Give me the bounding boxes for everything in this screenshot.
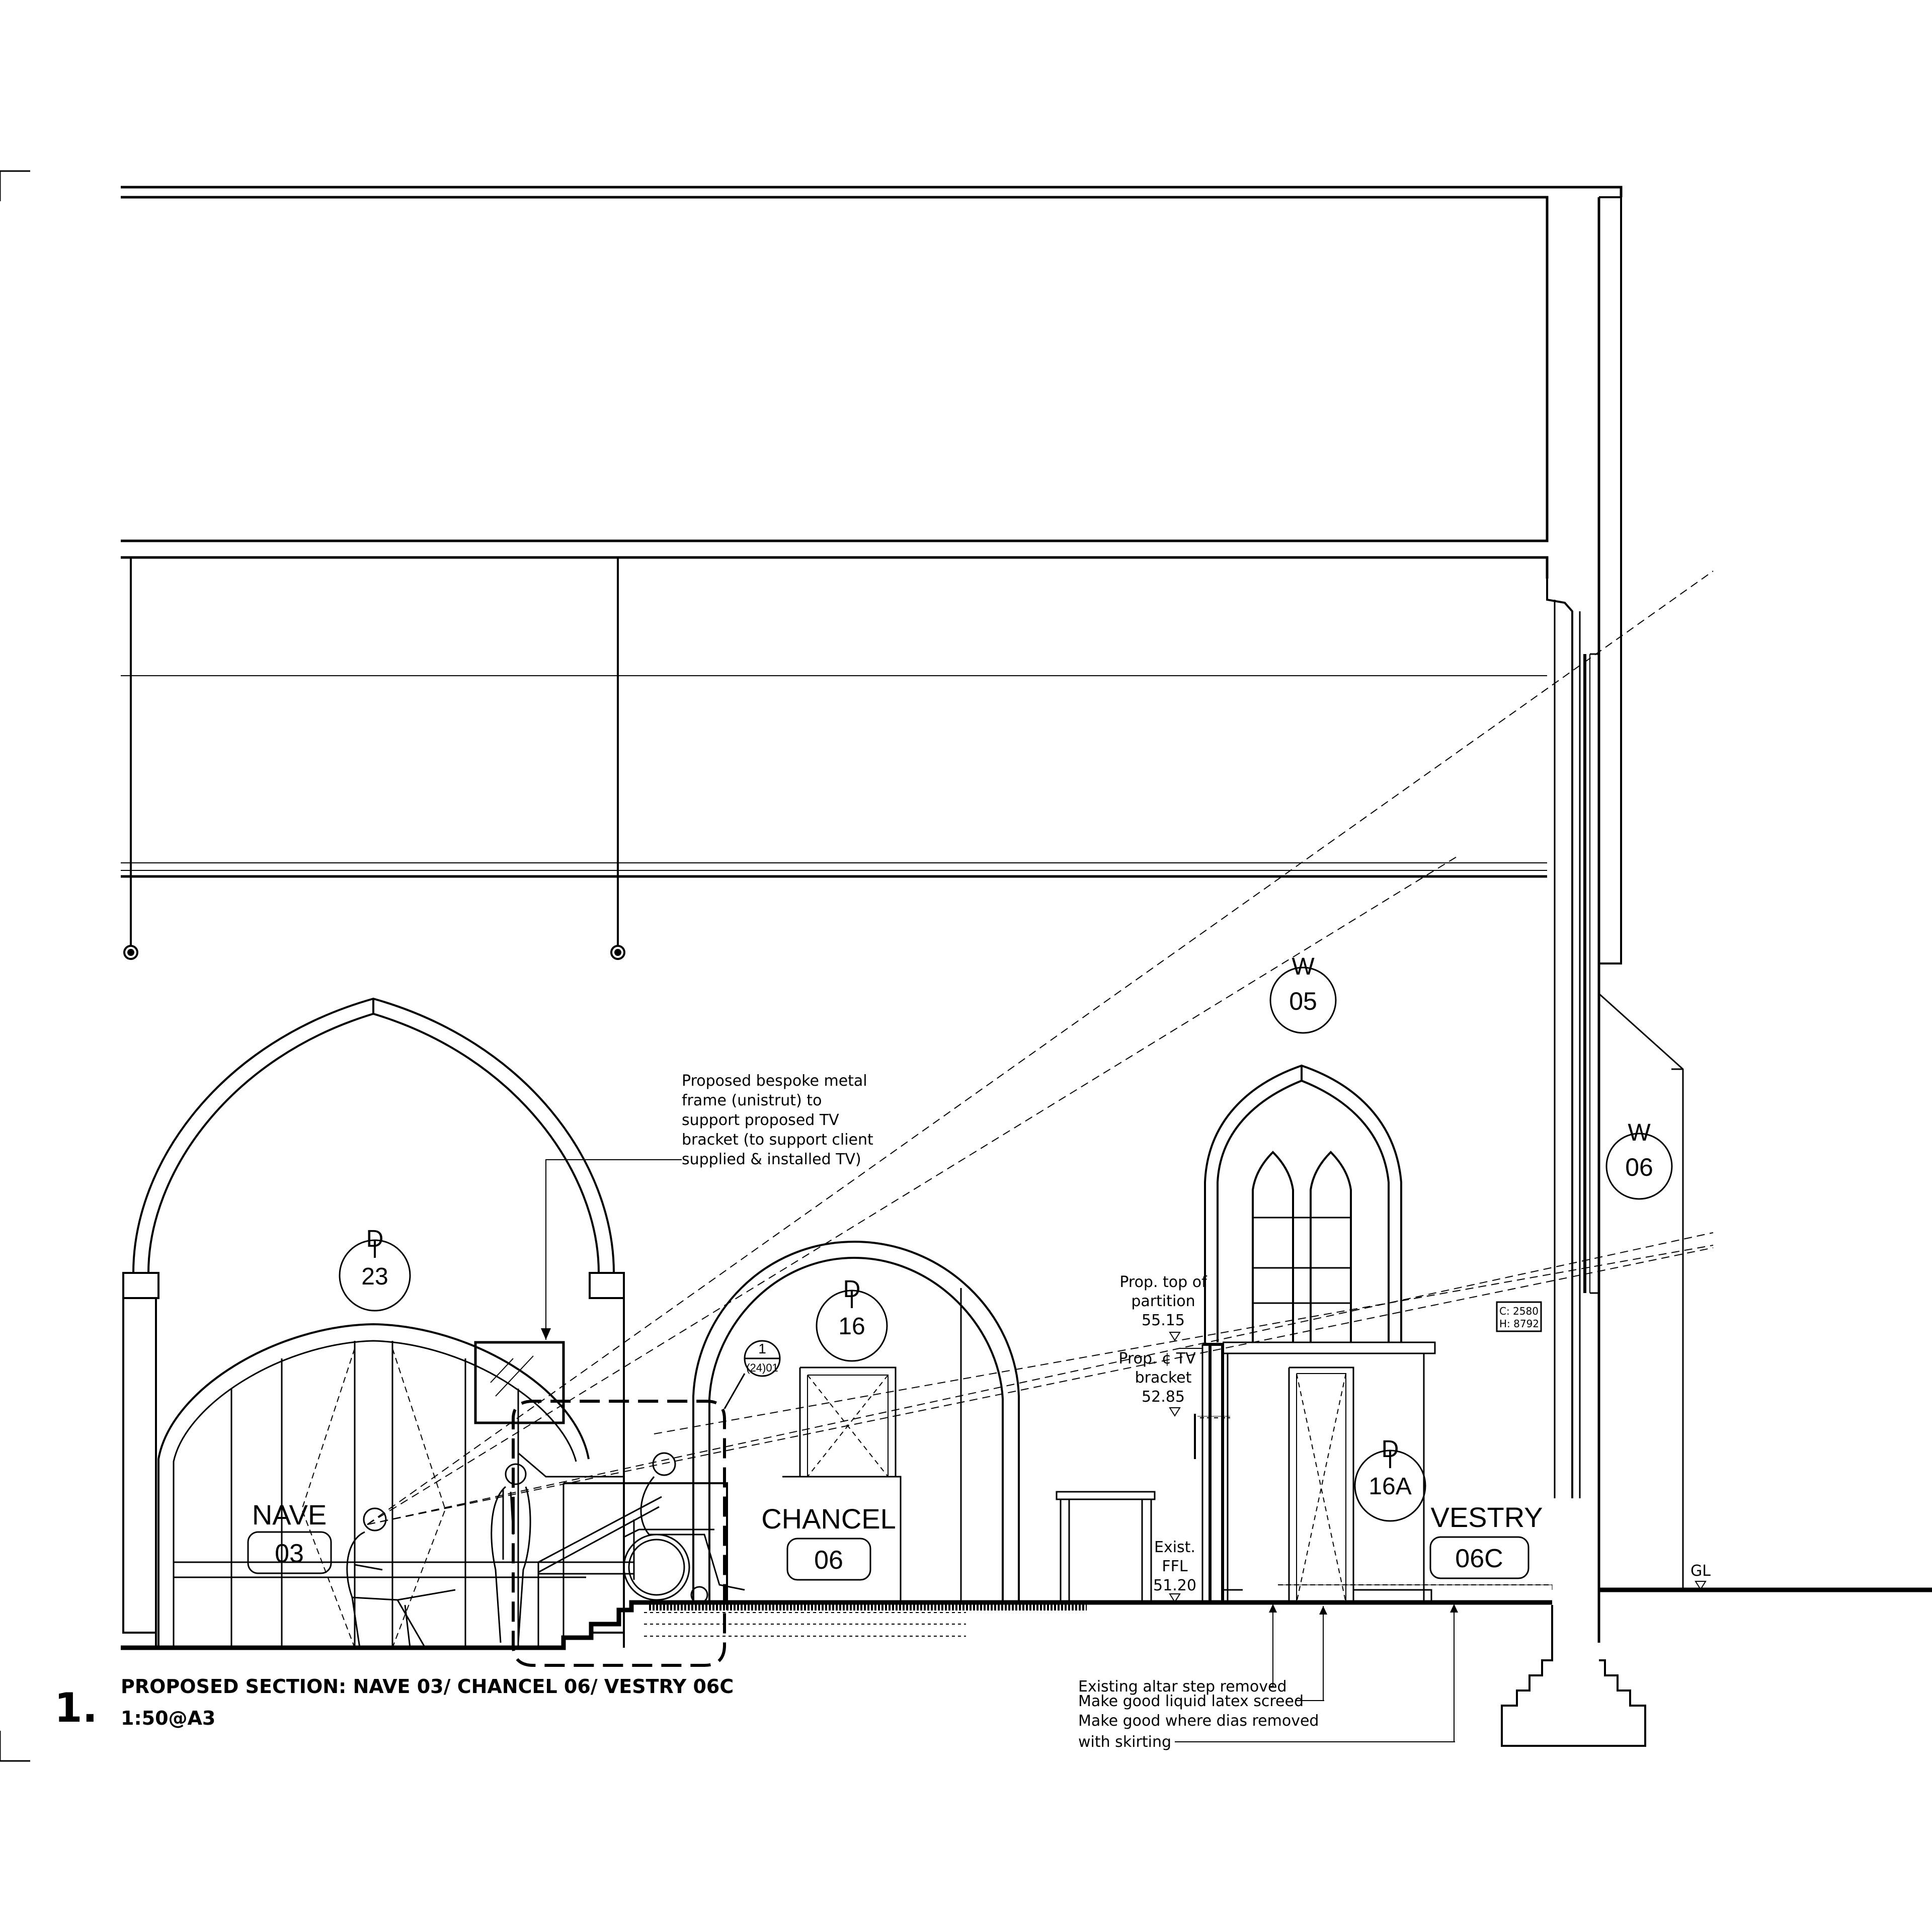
- tag-type: D: [366, 1226, 384, 1252]
- section-drawing: 1 (24)01 C: 2580 H: 8792 NAVE 03 CHANCEL…: [0, 170, 1932, 1762]
- level-label-2: bracket: [1135, 1369, 1192, 1387]
- ceiling-structure: [121, 186, 1623, 878]
- sight-lines: [367, 571, 1714, 1525]
- tag-number: 05: [1289, 987, 1317, 1015]
- floor-note-2: Make good liquid latex screed: [1078, 1693, 1304, 1710]
- level-value: 52.85: [1142, 1388, 1185, 1406]
- level-value: 51.20: [1153, 1577, 1196, 1594]
- room-name: CHANCEL: [761, 1503, 896, 1535]
- detail-callout: 1 (24)01: [723, 1340, 781, 1409]
- hanging-rods: [123, 557, 625, 960]
- level-value: 55.15: [1142, 1312, 1185, 1329]
- floor-note-3: Make good where dias removed: [1078, 1712, 1319, 1730]
- frame-note-line-3: support proposed TV: [682, 1111, 839, 1129]
- level-marker-ground-level: GL: [1691, 1562, 1711, 1590]
- tag-number: 16: [838, 1313, 865, 1340]
- tag-number: 16A: [1369, 1473, 1411, 1500]
- floor-notes: Existing altar step removed Make good li…: [1078, 1604, 1458, 1751]
- tv-screen: [474, 1341, 624, 1478]
- frame-note-line-1: Proposed bespoke metal: [682, 1072, 867, 1090]
- table-furniture: [1056, 1491, 1156, 1602]
- floor-note-4: with skirting: [1078, 1733, 1171, 1751]
- crop-marks: [0, 170, 30, 1762]
- tag-type: D: [1382, 1436, 1399, 1463]
- gothic-window-w05: [1204, 1064, 1402, 1342]
- room-label-vestry: VESTRY 06C: [1429, 1501, 1543, 1579]
- level-label-1: GL: [1691, 1562, 1711, 1580]
- drawing-number: 1.: [54, 1684, 98, 1731]
- foundation: [1501, 1605, 1646, 1747]
- level-label-1: Prop. top of: [1119, 1273, 1208, 1291]
- frame-note: Proposed bespoke metal frame (unistrut) …: [541, 1072, 873, 1340]
- frame-note-line-4: bracket (to support client: [682, 1131, 873, 1149]
- room-number: 06C: [1455, 1544, 1503, 1573]
- door-tag-16a: D 16A: [1354, 1436, 1426, 1522]
- window-tag-05: W 05: [1269, 953, 1337, 1034]
- drawing-title-block: 1. PROPOSED SECTION: NAVE 03/ CHANCEL 06…: [54, 1675, 734, 1731]
- tag-type: W: [1628, 1119, 1651, 1146]
- tag-type: W: [1292, 953, 1315, 980]
- tag-number: 23: [361, 1263, 388, 1290]
- room-label-chancel: CHANCEL 06: [761, 1503, 896, 1581]
- tag-type: D: [843, 1276, 861, 1303]
- room-number: 06: [814, 1546, 843, 1575]
- end-wall: [1546, 196, 1684, 1643]
- room-number: 03: [275, 1539, 304, 1568]
- level-label-2: FFL: [1162, 1558, 1188, 1575]
- level-label-2: partition: [1131, 1293, 1195, 1310]
- frame-note-line-5: supplied & installed TV): [682, 1151, 861, 1168]
- sensor-label-line-1: C: 2580: [1499, 1305, 1539, 1317]
- room-name: VESTRY: [1430, 1501, 1543, 1533]
- frame-note-line-2: frame (unistrut) to: [682, 1092, 822, 1109]
- level-label-1: Prop. ¢ TV: [1118, 1350, 1196, 1367]
- level-label-1: Exist.: [1154, 1539, 1195, 1556]
- window-tag-06: W 06: [1605, 1119, 1673, 1200]
- sensor-label-line-2: H: 8792: [1499, 1318, 1539, 1330]
- vestry-partition: [1180, 1341, 1436, 1603]
- detail-callout-number: 1: [758, 1341, 766, 1356]
- room-name: NAVE: [252, 1499, 327, 1531]
- drawing-title: PROPOSED SECTION: NAVE 03/ CHANCEL 06/ V…: [121, 1675, 734, 1698]
- lift-and-ramp: [537, 1482, 728, 1648]
- drawing-scale: 1:50@A3: [121, 1707, 215, 1729]
- level-marker-tv-bracket: Prop. ¢ TV bracket 52.85: [1118, 1350, 1196, 1417]
- detail-callout-sheet: (24)01: [746, 1361, 778, 1374]
- sensor-label: C: 2580 H: 8792: [1496, 1301, 1542, 1332]
- nave-arch: [122, 997, 625, 1648]
- door-tag-23: D 23: [339, 1226, 411, 1312]
- door-tag-16: D 16: [816, 1276, 888, 1362]
- level-marker-top-of-partition: Prop. top of partition 55.15: [1119, 1273, 1208, 1349]
- level-marker-existing-ffl: Exist. FFL 51.20: [1153, 1539, 1196, 1603]
- tag-number: 06: [1625, 1153, 1653, 1181]
